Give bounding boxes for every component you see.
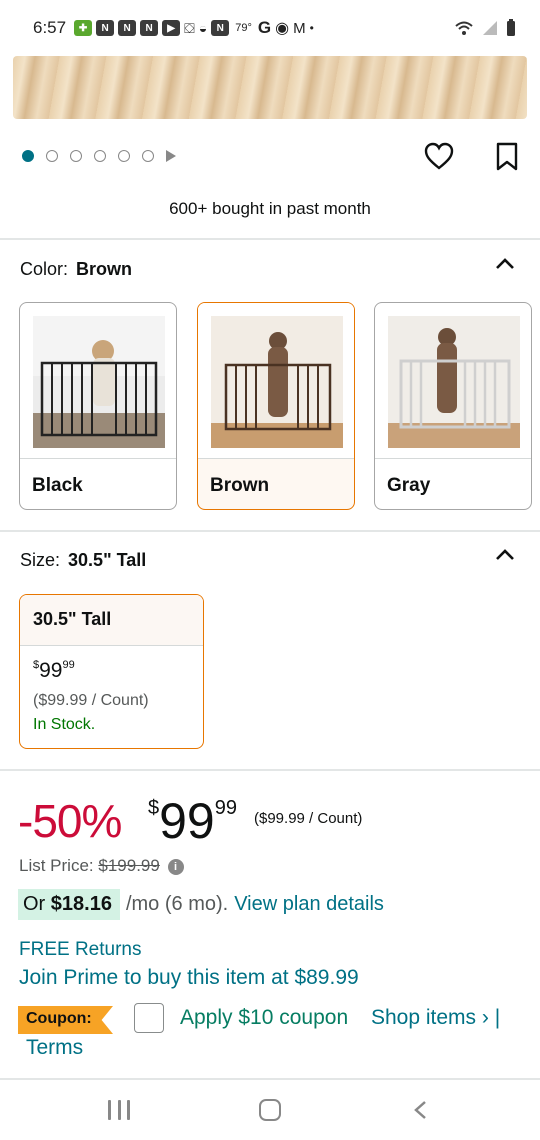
heart-icon[interactable] [424, 142, 454, 170]
google-icon: G [257, 18, 272, 37]
color-option-brown[interactable]: Brown [197, 302, 355, 510]
unit-price: ($99.99 / Count) [254, 810, 363, 827]
apply-coupon-checkbox[interactable] [134, 1003, 164, 1033]
bought-count: 600+ bought in past month [169, 199, 371, 218]
wifi-icon [455, 21, 473, 35]
selected-size: 30.5" Tall [68, 550, 147, 570]
package-icon: ⛋ [184, 19, 195, 36]
info-icon[interactable]: i [167, 859, 184, 875]
color-option-gray[interactable]: Gray [374, 302, 532, 510]
clock: 6:57 [33, 18, 67, 37]
video-play-icon[interactable] [166, 150, 176, 162]
discount-percent: -50% [18, 795, 122, 847]
home-icon[interactable] [259, 1099, 281, 1121]
size-option-price: $9999 [33, 659, 75, 682]
plan-term: /mo (6 mo). [125, 893, 229, 915]
color-label: Color: Brown [20, 259, 133, 279]
list-price: List Price: $199.99 i [19, 856, 184, 876]
carousel-dot[interactable] [46, 150, 58, 162]
battery-icon [507, 19, 515, 36]
swatch-image [198, 303, 354, 459]
temperature: 79° [235, 22, 252, 34]
notification-icons: ✚ N N N ▶ ⛋ ◒ N 79° G ◉ M • [74, 18, 314, 38]
more-notifications-dot-icon: • [309, 21, 314, 35]
signal-icon [483, 21, 497, 35]
swatch-label: Brown [210, 475, 270, 496]
system-navigation-bar [0, 1078, 540, 1140]
size-label: Size: 30.5" Tall [20, 550, 147, 570]
game-controller-icon: ◉ [275, 20, 290, 37]
selected-color: Brown [76, 259, 133, 279]
shop-items-link[interactable]: Shop items › | [371, 1006, 500, 1030]
status-bar: 6:57 ✚ N N N ▶ ⛋ ◒ N 79° G ◉ M • [0, 0, 540, 56]
join-prime-link[interactable]: Join Prime to buy this item at $89.99 [19, 966, 359, 990]
carousel-dot[interactable] [22, 150, 34, 162]
divider [0, 530, 540, 532]
n-app-icon: N [211, 20, 230, 36]
size-option-30-5-tall[interactable]: 30.5" Tall $9999 ($99.99 / Count) In Sto… [19, 594, 204, 749]
n-app-icon: N [140, 20, 159, 36]
view-plan-details-link[interactable]: View plan details [234, 893, 384, 916]
back-icon[interactable] [412, 1100, 428, 1120]
carousel-dot[interactable] [118, 150, 130, 162]
apply-coupon-label[interactable]: Apply $10 coupon [180, 1006, 348, 1030]
n-app-icon: N [118, 20, 137, 36]
swatch-label: Black [32, 475, 83, 496]
deal-price: $9999 [148, 793, 237, 849]
image-carousel-dots[interactable] [22, 150, 176, 162]
free-returns-link[interactable]: FREE Returns [19, 939, 141, 961]
carousel-dot[interactable] [94, 150, 106, 162]
bowl-icon: ◒ [198, 20, 208, 36]
youtube-icon: ▶ [162, 20, 181, 36]
bookmark-icon[interactable] [494, 142, 520, 172]
system-icons [454, 19, 516, 37]
payment-plan: Or $18.16 /mo (6 mo). View plan details [18, 889, 384, 920]
size-option-unit-price: ($99.99 / Count) [33, 692, 149, 709]
swatch-image [20, 303, 176, 459]
n-app-icon: N [96, 20, 115, 36]
swatch-image [375, 303, 531, 459]
chevron-up-icon[interactable] [494, 257, 516, 271]
carousel-dot[interactable] [142, 150, 154, 162]
size-option-title: 30.5" Tall [20, 595, 203, 646]
stock-status: In Stock. [33, 716, 96, 733]
carousel-dot[interactable] [70, 150, 82, 162]
gmail-icon: M [293, 19, 306, 37]
app-notification-icon: ✚ [74, 20, 93, 36]
plan-badge: Or $18.16 [18, 889, 120, 920]
recent-apps-icon[interactable] [108, 1100, 130, 1120]
color-option-black[interactable]: Black [19, 302, 177, 510]
divider [0, 238, 540, 240]
chevron-up-icon[interactable] [494, 548, 516, 562]
product-image[interactable] [13, 56, 527, 119]
terms-link[interactable]: Terms [26, 1036, 83, 1060]
divider [0, 769, 540, 771]
swatch-label: Gray [387, 475, 431, 496]
coupon-badge: Coupon: [18, 1006, 113, 1034]
